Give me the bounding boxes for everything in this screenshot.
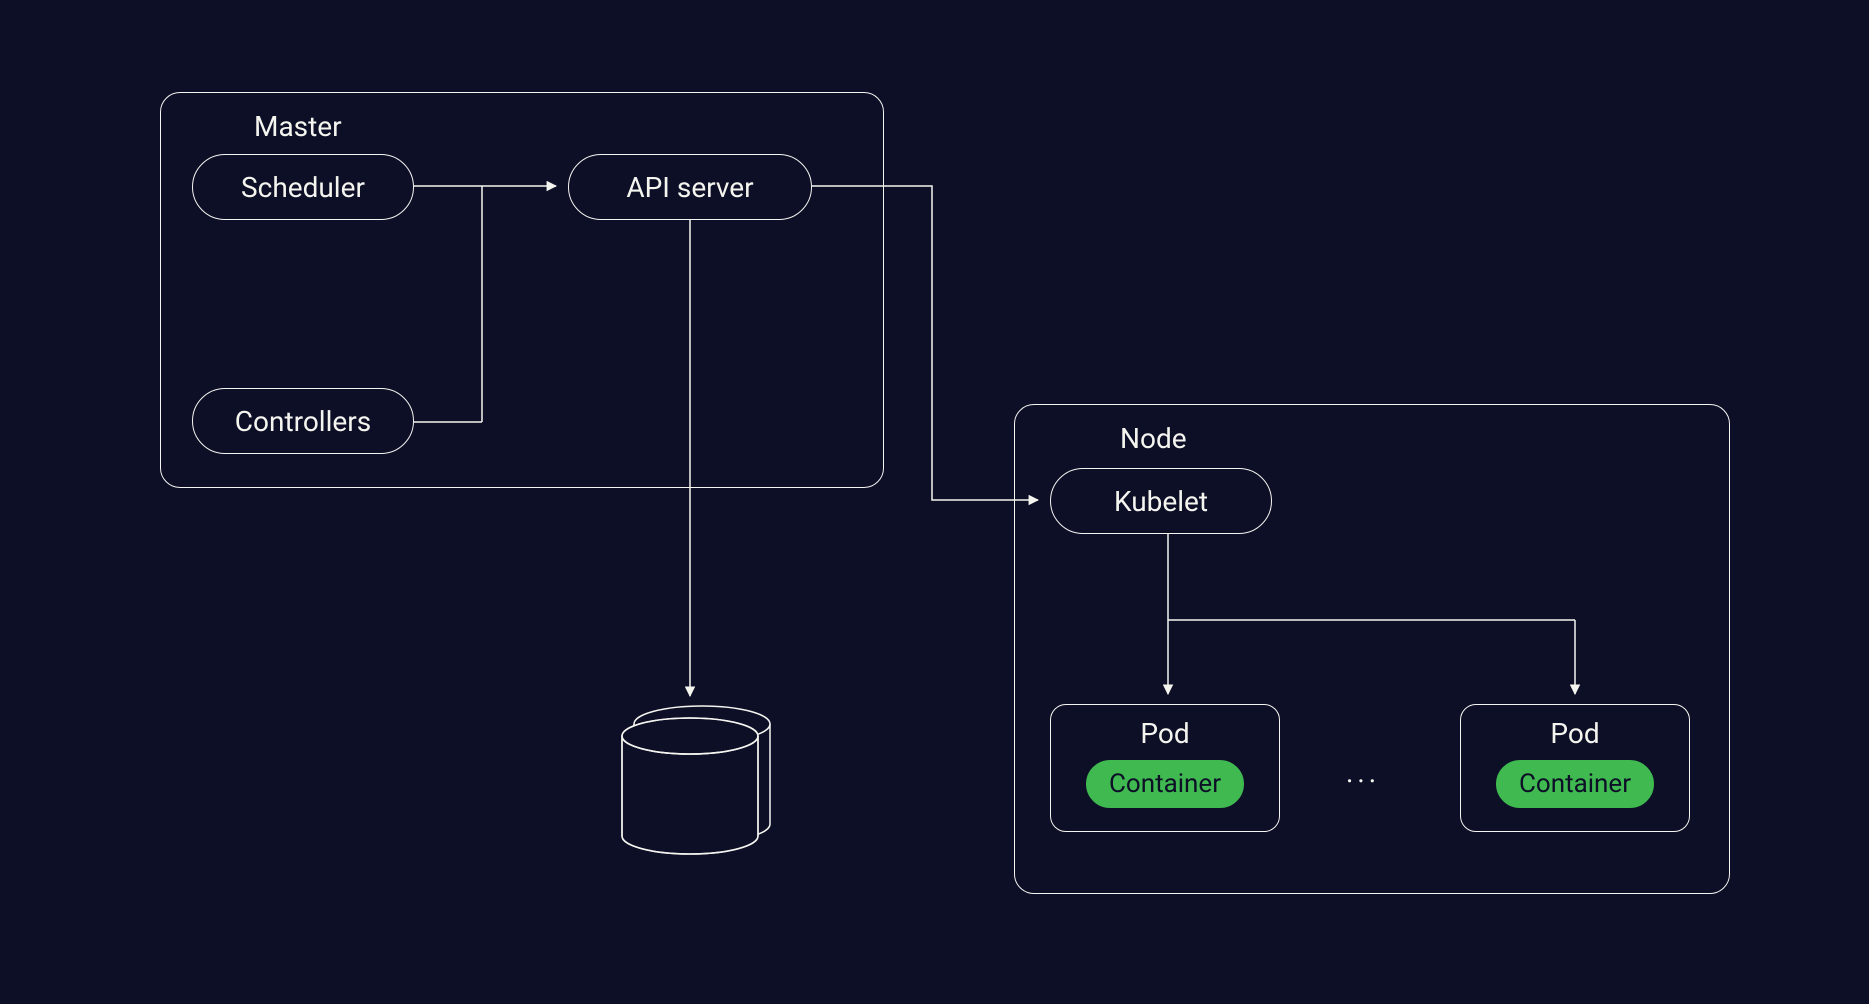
master-title: Master — [254, 110, 342, 143]
pod2-container: Container — [1496, 760, 1654, 808]
pod1-container: Container — [1086, 760, 1244, 808]
scheduler-box: Scheduler — [192, 154, 414, 220]
api-server-label: API server — [626, 171, 753, 204]
pods-ellipsis: ... — [1346, 756, 1380, 789]
controllers-label: Controllers — [235, 405, 371, 438]
pod-box-2: Pod Container — [1460, 704, 1690, 832]
controllers-box: Controllers — [192, 388, 414, 454]
pod2-label: Pod — [1550, 717, 1599, 750]
kubelet-label: Kubelet — [1114, 485, 1208, 518]
node-title: Node — [1120, 422, 1187, 455]
api-server-box: API server — [568, 154, 812, 220]
diagram-stage: Master Scheduler Controllers API server … — [0, 0, 1869, 1004]
scheduler-label: Scheduler — [241, 171, 365, 204]
etcd-label: etcd — [663, 786, 717, 819]
kubelet-box: Kubelet — [1050, 468, 1272, 534]
pod-box-1: Pod Container — [1050, 704, 1280, 832]
pod1-label: Pod — [1140, 717, 1189, 750]
